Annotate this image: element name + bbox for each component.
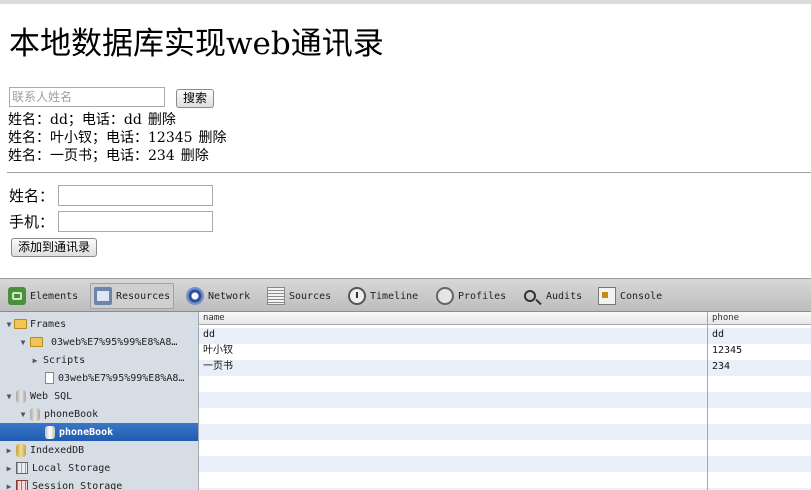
- table-icon: [45, 425, 55, 439]
- contact-item: 姓名：叶小钗；电话：12345 删除: [8, 129, 508, 147]
- sidebar-item-local-storage[interactable]: ▶ Local Storage: [0, 459, 198, 477]
- tab-label: Elements: [30, 290, 79, 302]
- sidebar-item-label: IndexedDB: [30, 444, 85, 456]
- folder-icon: [14, 319, 27, 329]
- search-button[interactable]: 搜索: [176, 89, 215, 108]
- sidebar-item-table[interactable]: phoneBook: [0, 423, 198, 441]
- sidebar-item-frames[interactable]: ▼ Frames: [0, 315, 198, 333]
- audits-icon: [524, 290, 536, 302]
- tab-label: Timeline: [370, 290, 419, 302]
- web-page: 本地数据库实现web通讯录 搜索 姓名：dd；电话：dd 删除 姓名：叶小钗；电话…: [0, 4, 811, 280]
- delete-link[interactable]: 删除: [148, 112, 176, 128]
- sidebar-item-scripts[interactable]: ▶ Scripts: [0, 351, 198, 369]
- sidebar-item-frame[interactable]: ▼ 03web%E7%95%99%E8%A8…: [0, 333, 198, 351]
- cell-phone: 12345: [712, 345, 743, 356]
- contact-text: 姓名：dd；电话：dd: [8, 112, 142, 128]
- horizontal-rule: [7, 172, 811, 173]
- table-header: name phone: [199, 312, 811, 325]
- devtools-panel: Elements Resources Network Sources Timel…: [0, 278, 811, 490]
- sidebar-item-label: 03web%E7%95%99%E8%A8…: [58, 372, 185, 384]
- table-row[interactable]: dd dd: [199, 327, 811, 343]
- expand-triangle-icon[interactable]: ▼: [18, 338, 28, 347]
- collapse-triangle-icon[interactable]: ▶: [30, 356, 40, 365]
- expand-triangle-icon[interactable]: ▼: [4, 392, 14, 401]
- delete-link[interactable]: 删除: [199, 130, 227, 146]
- contact-list: 姓名：dd；电话：dd 删除 姓名：叶小钗；电话：12345 删除 姓名：一页书；电…: [8, 111, 508, 165]
- page-title: 本地数据库实现web通讯录: [9, 26, 384, 62]
- tab-label: Audits: [546, 290, 583, 302]
- expand-triangle-icon[interactable]: ▼: [18, 410, 28, 419]
- tab-console[interactable]: Console: [595, 283, 665, 309]
- contact-text: 姓名：叶小钗；电话：12345: [8, 130, 193, 146]
- name-label: 姓名：: [9, 187, 55, 205]
- tab-network[interactable]: Network: [183, 283, 253, 309]
- add-contact-button[interactable]: 添加到通讯录: [11, 238, 98, 257]
- tab-label: Profiles: [458, 290, 507, 302]
- sidebar-item-label: phoneBook: [44, 408, 99, 420]
- indexeddb-icon: [16, 443, 26, 457]
- sidebar-item-label: Session Storage: [32, 480, 123, 490]
- resources-sidebar: ▼ Frames ▼ 03web%E7%95%99%E8%A8… ▶ Scrip…: [0, 312, 199, 490]
- sidebar-item-indexeddb[interactable]: ▶ IndexedDB: [0, 441, 198, 459]
- name-field[interactable]: [58, 185, 213, 206]
- network-icon: [186, 287, 204, 305]
- search-input[interactable]: [9, 87, 165, 107]
- sidebar-item-label: Web SQL: [30, 390, 73, 402]
- tab-audits[interactable]: Audits: [521, 283, 585, 309]
- table-row[interactable]: 一页书 234: [199, 359, 811, 375]
- sidebar-item-label: phoneBook: [59, 426, 114, 438]
- column-header-name[interactable]: name: [199, 312, 708, 324]
- resources-icon: [94, 287, 112, 305]
- document-icon: [45, 372, 54, 384]
- contact-item: 姓名：一页书；电话：234 删除: [8, 147, 508, 165]
- table-row[interactable]: 叶小钗 12345: [199, 343, 811, 359]
- expand-triangle-icon[interactable]: ▼: [4, 320, 14, 329]
- contact-item: 姓名：dd；电话：dd 删除: [8, 111, 508, 129]
- cell-phone: 234: [712, 361, 731, 372]
- storage-grid-icon: [16, 462, 28, 474]
- phone-field[interactable]: [58, 211, 213, 232]
- database-icon: [16, 389, 26, 403]
- storage-grid-icon: [16, 480, 28, 490]
- collapse-triangle-icon[interactable]: ▶: [4, 464, 14, 473]
- database-table-view: name phone dd dd 叶小钗 12345 一页书 234: [199, 312, 811, 490]
- cell-name: 叶小钗: [203, 345, 233, 356]
- delete-link[interactable]: 删除: [181, 148, 209, 164]
- sources-icon: [267, 287, 285, 305]
- phone-label: 手机：: [9, 213, 55, 231]
- tab-sources[interactable]: Sources: [264, 283, 334, 309]
- cell-name: dd: [203, 329, 216, 340]
- timeline-icon: [348, 287, 366, 305]
- sidebar-item-label: Scripts: [43, 354, 86, 366]
- sidebar-item-database[interactable]: ▼ phoneBook: [0, 405, 198, 423]
- tab-profiles[interactable]: Profiles: [433, 283, 509, 309]
- tab-label: Resources: [116, 290, 171, 302]
- sidebar-item-session-storage[interactable]: ▶ Session Storage: [0, 477, 198, 490]
- sidebar-item-label: Local Storage: [32, 462, 111, 474]
- database-icon: [30, 407, 40, 421]
- folder-icon: [30, 337, 43, 347]
- profiles-icon: [436, 287, 454, 305]
- cell-name: 一页书: [203, 361, 233, 372]
- tab-timeline[interactable]: Timeline: [345, 283, 421, 309]
- tab-label: Network: [208, 290, 251, 302]
- console-icon: [598, 287, 616, 305]
- column-header-phone[interactable]: phone: [708, 312, 739, 324]
- cell-phone: dd: [712, 329, 725, 340]
- sidebar-item-label: Frames: [30, 318, 67, 330]
- elements-icon: [8, 287, 26, 305]
- sidebar-item-web-sql[interactable]: ▼ Web SQL: [0, 387, 198, 405]
- sidebar-item-document[interactable]: 03web%E7%95%99%E8%A8…: [0, 369, 198, 387]
- sidebar-item-label: 03web%E7%95%99%E8%A8…: [51, 336, 178, 348]
- collapse-triangle-icon[interactable]: ▶: [4, 482, 14, 490]
- tab-resources[interactable]: Resources: [90, 283, 175, 309]
- collapse-triangle-icon[interactable]: ▶: [4, 446, 14, 455]
- tab-elements[interactable]: Elements: [5, 283, 81, 309]
- tab-label: Sources: [289, 290, 332, 302]
- contact-text: 姓名：一页书；电话：234: [8, 148, 175, 164]
- devtools-toolbar: Elements Resources Network Sources Timel…: [0, 278, 811, 312]
- tab-label: Console: [620, 290, 663, 302]
